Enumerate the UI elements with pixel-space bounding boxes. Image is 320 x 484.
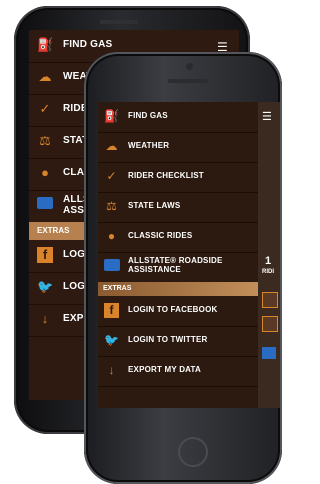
allstate-badge-icon [104, 259, 120, 271]
menu-item[interactable]: ALLSTATE® ROADSIDE ASSISTANCE [98, 252, 258, 283]
extras-label: EXTRAS [103, 285, 132, 292]
extras-item[interactable]: 🐦 LOGIN TO TWITTER [98, 326, 258, 357]
weather-icon: ☁ [38, 69, 52, 84]
allstate-thumb-icon[interactable] [262, 347, 276, 359]
back-phone-speaker [100, 20, 138, 24]
gas-pump-icon: ⛽ [104, 109, 119, 123]
extras-item-label: EXPORT MY DATA [128, 365, 202, 374]
extras-item[interactable]: ↓ EXPORT MY DATA [98, 356, 258, 387]
extras-item[interactable]: f LOGIN TO FACEBOOK [98, 296, 258, 327]
allstate-icon [37, 197, 53, 213]
extras-item-label: LOGIN TO FACEBOOK [128, 305, 218, 314]
classic-rides-icon: ● [41, 165, 49, 180]
front-speaker [168, 79, 208, 83]
menu-item[interactable]: ⛽ FIND GAS [98, 102, 258, 133]
front-camera [186, 63, 193, 70]
menu-item-label: FIND GAS [128, 111, 168, 120]
menu-item[interactable]: ✓ RIDER CHECKLIST [98, 162, 258, 193]
state-laws-icon: ⚖ [39, 133, 51, 148]
gas-thumb-icon[interactable] [262, 316, 278, 332]
peek-number: 1 [265, 255, 272, 267]
classic-rides-icon: ● [107, 229, 116, 243]
checklist-icon: ✓ [106, 169, 117, 183]
peek-text: RIDI [262, 269, 274, 275]
menu-item-label: STATE LAWS [128, 201, 181, 210]
menu-item-label: CLASSIC RIDES [128, 231, 193, 240]
menu-item[interactable]: ● CLASSIC RIDES [98, 222, 258, 253]
menu-item[interactable]: ☁ WEATHER [98, 132, 258, 163]
content-peek: ☰ 1 RIDI [258, 102, 280, 408]
extras-header: EXTRAS [98, 282, 258, 296]
allstate-badge-icon [37, 197, 53, 209]
front-phone-screen: ⛽ FIND GAS ☁ WEATHER ✓ RIDER CHECKLIST ⚖ STATE … [98, 102, 280, 408]
export-icon: ↓ [41, 311, 49, 326]
gas-pump-icon: ⛽ [37, 37, 54, 52]
checklist-icon: ✓ [39, 101, 51, 116]
twitter-icon: 🐦 [37, 279, 54, 294]
allstate-icon [104, 259, 120, 274]
map-thumb-icon[interactable] [262, 292, 278, 308]
weather-icon: ☁ [105, 139, 118, 153]
sidebar-menu: ⛽ FIND GAS ☁ WEATHER ✓ RIDER CHECKLIST ⚖ STATE … [98, 102, 258, 408]
state-laws-icon: ⚖ [106, 199, 117, 213]
menu-item-label: RIDER CHECKLIST [128, 171, 204, 180]
facebook-icon: f [37, 247, 53, 263]
export-icon: ↓ [108, 363, 115, 377]
back-menu-label: FIND GAS [63, 39, 113, 50]
menu-item[interactable]: ⚖ STATE LAWS [98, 192, 258, 223]
facebook-icon: f [104, 303, 119, 318]
extras-label: EXTRAS [37, 226, 70, 235]
home-button[interactable] [178, 437, 208, 467]
menu-item-label: WEATHER [128, 141, 170, 150]
twitter-icon: 🐦 [104, 333, 119, 347]
menu-item-label: ALLSTATE® ROADSIDE ASSISTANCE [128, 256, 223, 274]
menu-icon[interactable]: ☰ [262, 110, 272, 123]
extras-item-label: LOGIN TO TWITTER [128, 335, 208, 344]
